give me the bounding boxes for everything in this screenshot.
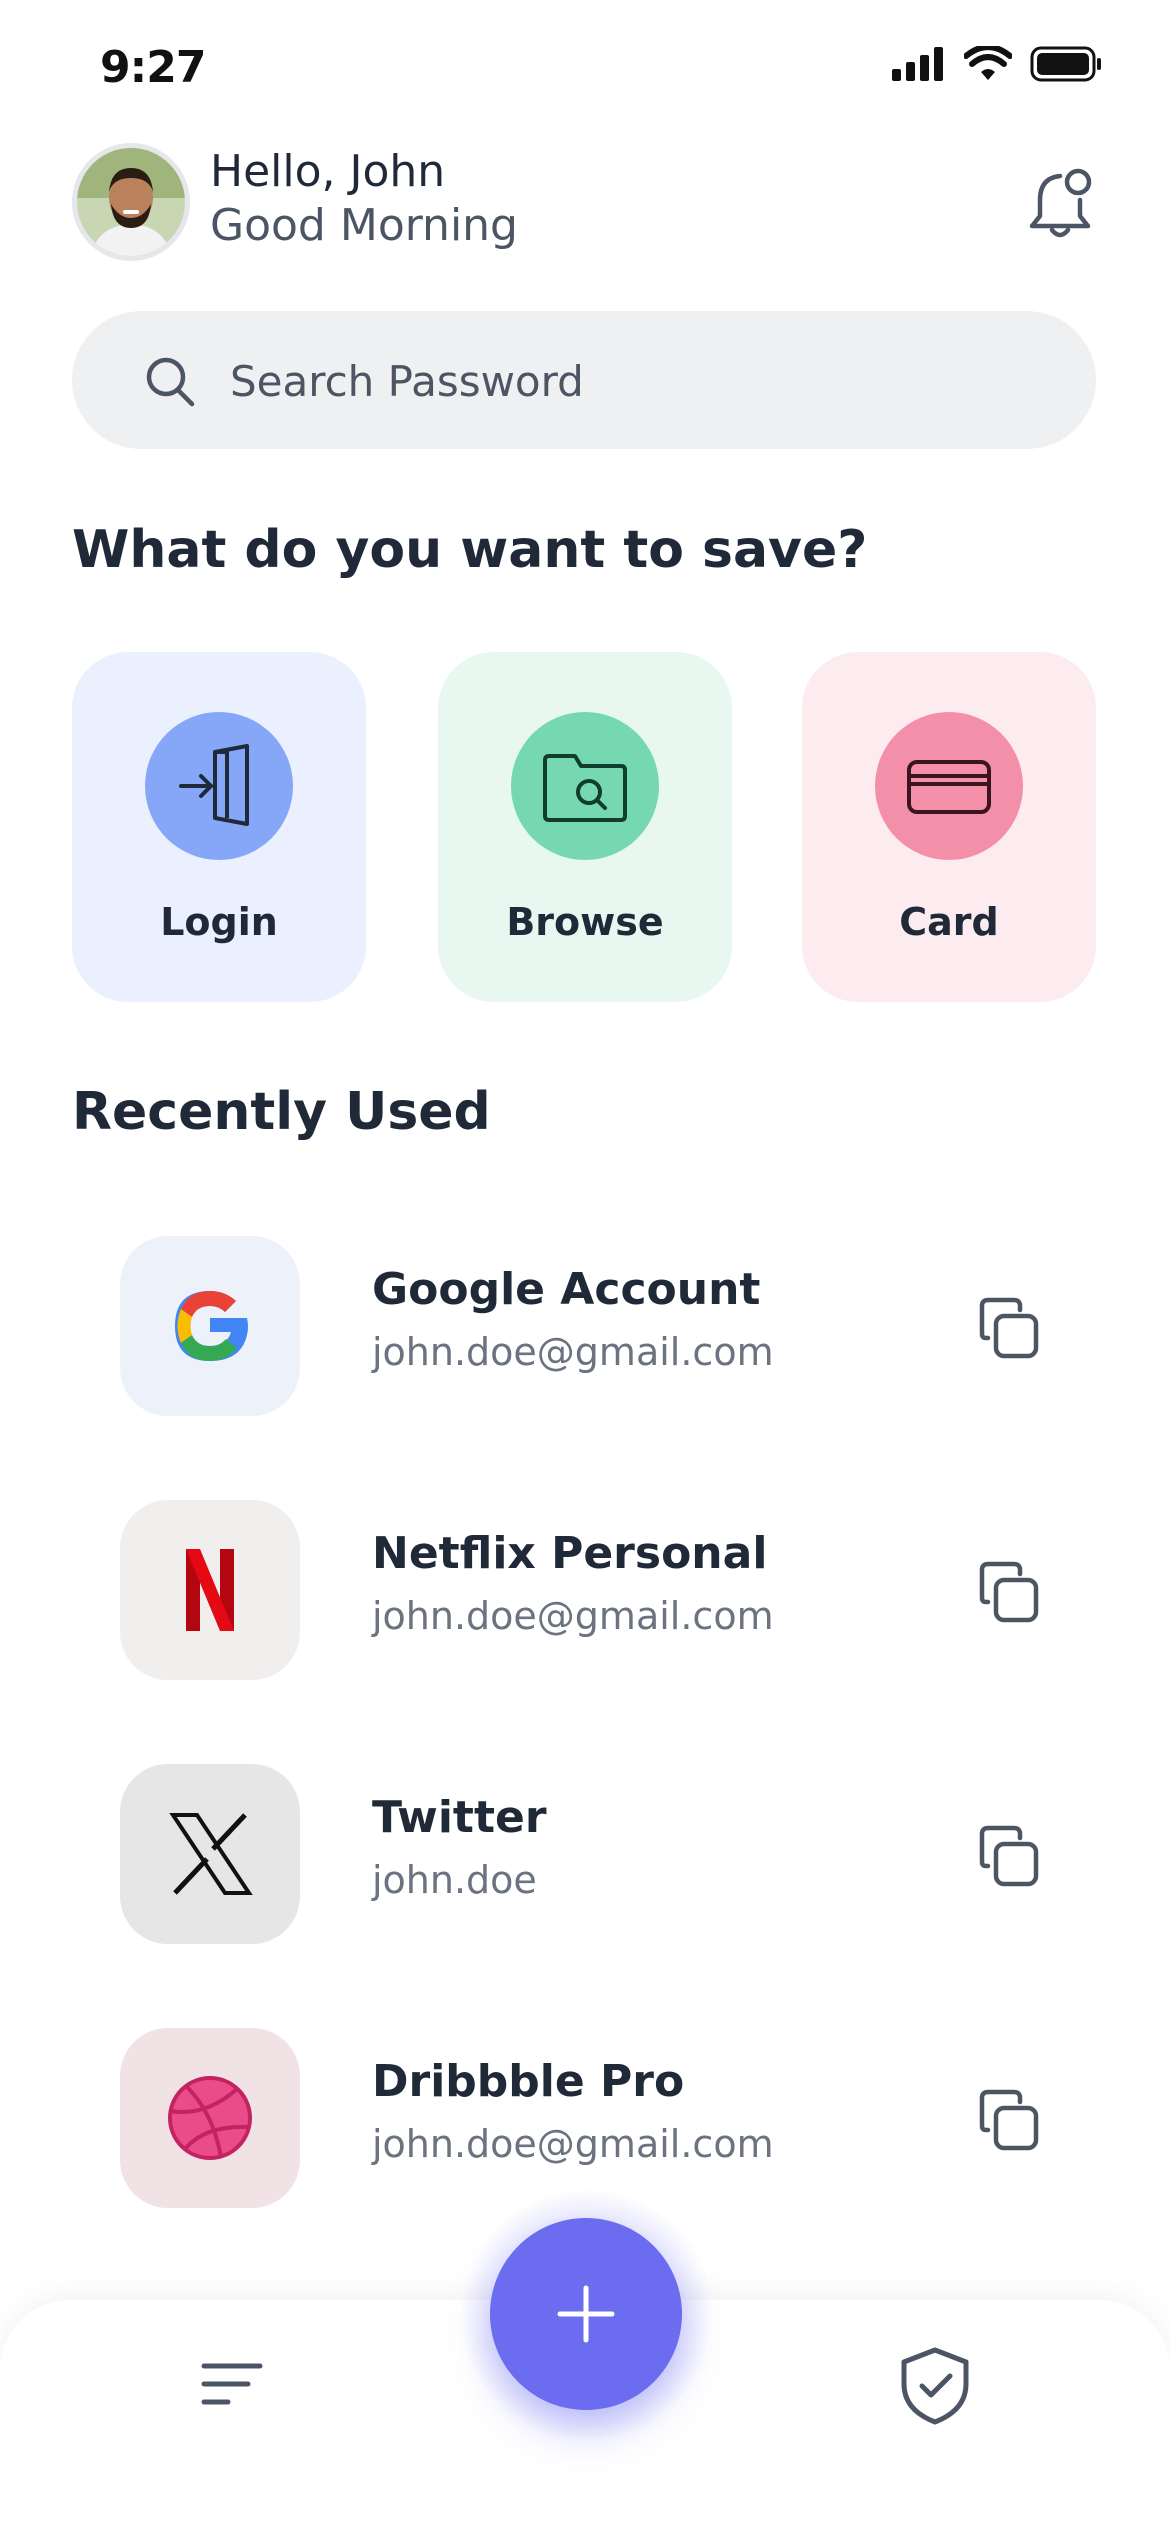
item-title: Twitter [372,1792,547,1843]
shield-check-icon[interactable] [896,2346,974,2426]
login-icon-circle [145,712,293,860]
card-icon-circle [875,712,1023,860]
add-button[interactable] [490,2218,682,2410]
netflix-logo [186,1549,234,1631]
list-item[interactable]: Twitter john.doe [120,1764,1100,1944]
login-icon [179,744,249,826]
netflix-logo-tile [120,1500,300,1680]
copy-icon[interactable] [974,1292,1046,1364]
status-bar: 9:27 [0,0,1170,140]
battery-icon [1030,46,1101,82]
status-icons [892,46,1102,82]
item-title: Dribbble Pro [372,2056,685,2107]
avatar[interactable] [72,143,190,261]
folder-search-icon [543,754,627,822]
plus-icon [557,2285,615,2343]
copy-icon[interactable] [974,1820,1046,1892]
menu-icon[interactable] [198,2350,268,2420]
item-subtitle: john.doe@gmail.com [372,1594,774,1638]
category-label: Card [899,900,999,944]
item-subtitle: john.doe [372,1858,537,1902]
wifi-icon [964,46,1012,80]
search-icon [146,357,195,407]
dribbble-logo [168,2076,252,2160]
item-subtitle: john.doe@gmail.com [372,2122,774,2166]
greeting-subtitle: Good Morning [210,200,518,251]
greeting-title: Hello, John [210,146,446,197]
list-item[interactable]: Dribbble Pro john.doe@gmail.com [120,2028,1100,2208]
cellular-signal-icon [892,47,943,81]
copy-icon[interactable] [974,2084,1046,2156]
notification-bell-icon[interactable] [1020,164,1100,244]
category-card[interactable]: Card [802,652,1096,1002]
browse-icon-circle [511,712,659,860]
search-input[interactable] [228,345,1032,417]
dribbble-logo-tile [120,2028,300,2208]
google-logo-tile [120,1236,300,1416]
list-item[interactable]: Netflix Personal john.doe@gmail.com [120,1500,1100,1680]
x-logo-tile [120,1764,300,1944]
category-login[interactable]: Login [72,652,366,1002]
x-logo [169,1813,253,1895]
copy-icon[interactable] [974,1556,1046,1628]
search-bar[interactable] [72,311,1096,449]
recent-title: Recently Used [72,1082,491,1142]
item-title: Google Account [372,1264,761,1315]
category-browse[interactable]: Browse [438,652,732,1002]
credit-card-icon [907,760,991,814]
category-label: Browse [506,900,664,944]
categories-title: What do you want to save? [72,520,868,580]
item-title: Netflix Personal [372,1528,768,1579]
avatar-image [77,148,185,256]
status-time: 9:27 [100,42,206,93]
category-label: Login [160,900,278,944]
item-subtitle: john.doe@gmail.com [372,1330,774,1374]
list-item[interactable]: Google Account john.doe@gmail.com [120,1236,1100,1416]
google-logo [175,1291,248,1361]
